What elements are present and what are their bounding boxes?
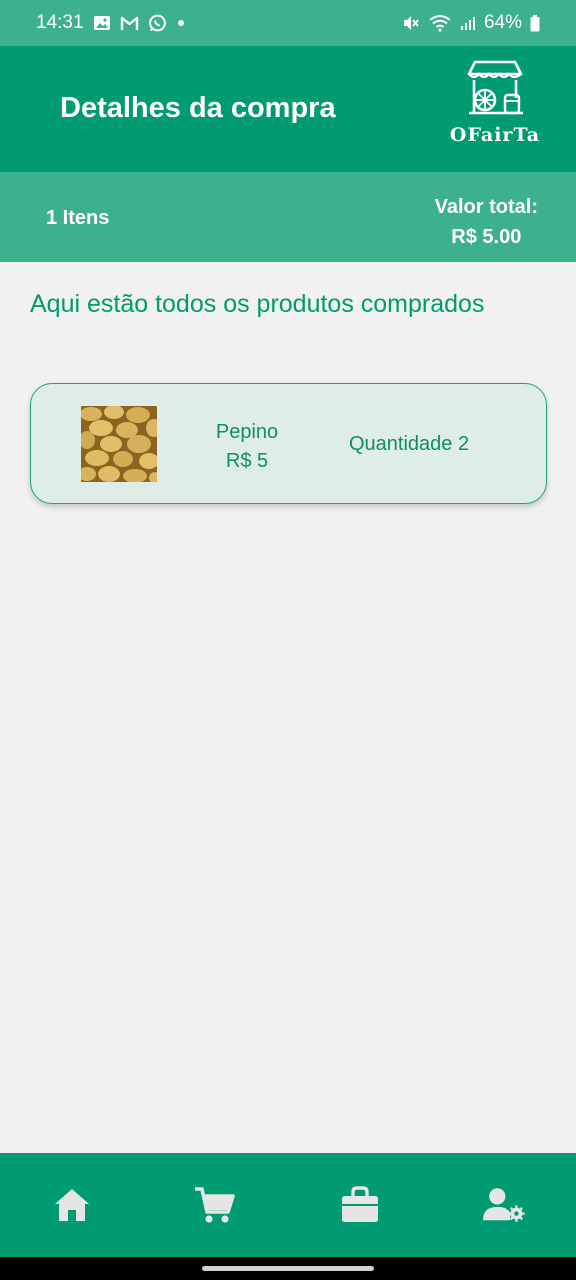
status-time: 14:31 [36, 12, 84, 33]
nav-orders[interactable] [338, 1183, 382, 1227]
status-bar: 14:31 64% [0, 0, 576, 46]
product-card[interactable]: Pepino R$ 5 Quantidade 2 [30, 383, 547, 504]
brand-logo[interactable]: OFairTa [446, 58, 544, 146]
brand-name: OFairTa [449, 124, 541, 146]
product-quantity: Quantidade 2 [349, 433, 470, 455]
user-settings-icon [482, 1188, 525, 1222]
total-block: Valor total: R$ 5.00 [435, 192, 538, 252]
wifi-icon [428, 14, 452, 32]
gesture-bar [0, 1257, 576, 1280]
battery-icon [530, 14, 540, 32]
nav-home[interactable] [50, 1183, 94, 1227]
whatsapp-icon [148, 14, 167, 33]
bottom-nav [0, 1153, 576, 1257]
home-icon [55, 1189, 89, 1221]
total-label: Valor total: [434, 196, 538, 218]
image-icon [93, 15, 111, 31]
product-price: R$ 5 [225, 450, 269, 472]
purchase-summary: 1 Itens Valor total: R$ 5.00 [0, 172, 576, 262]
page-title: Detalhes da compra [60, 92, 336, 124]
intro-text: Aqui estão todos os produtos comprados [30, 290, 485, 318]
gmail-icon [120, 16, 139, 31]
nav-cart[interactable] [192, 1183, 236, 1227]
mute-icon [402, 14, 420, 32]
items-count: 1 Itens [46, 207, 110, 229]
dot-icon [176, 18, 186, 28]
cart-icon [195, 1187, 235, 1223]
battery-percent: 64% [483, 12, 522, 33]
product-image [81, 406, 157, 482]
total-value: R$ 5.00 [451, 226, 522, 248]
app-bar: Detalhes da compra OFairTa [0, 46, 576, 172]
product-name: Pepino [215, 421, 279, 443]
product-info: Pepino R$ 5 [197, 418, 297, 476]
shopping-bag-icon [342, 1186, 378, 1222]
home-indicator[interactable] [202, 1266, 374, 1271]
market-stall-icon [467, 60, 523, 115]
signal-icon [460, 15, 476, 31]
nav-profile[interactable] [482, 1183, 526, 1227]
